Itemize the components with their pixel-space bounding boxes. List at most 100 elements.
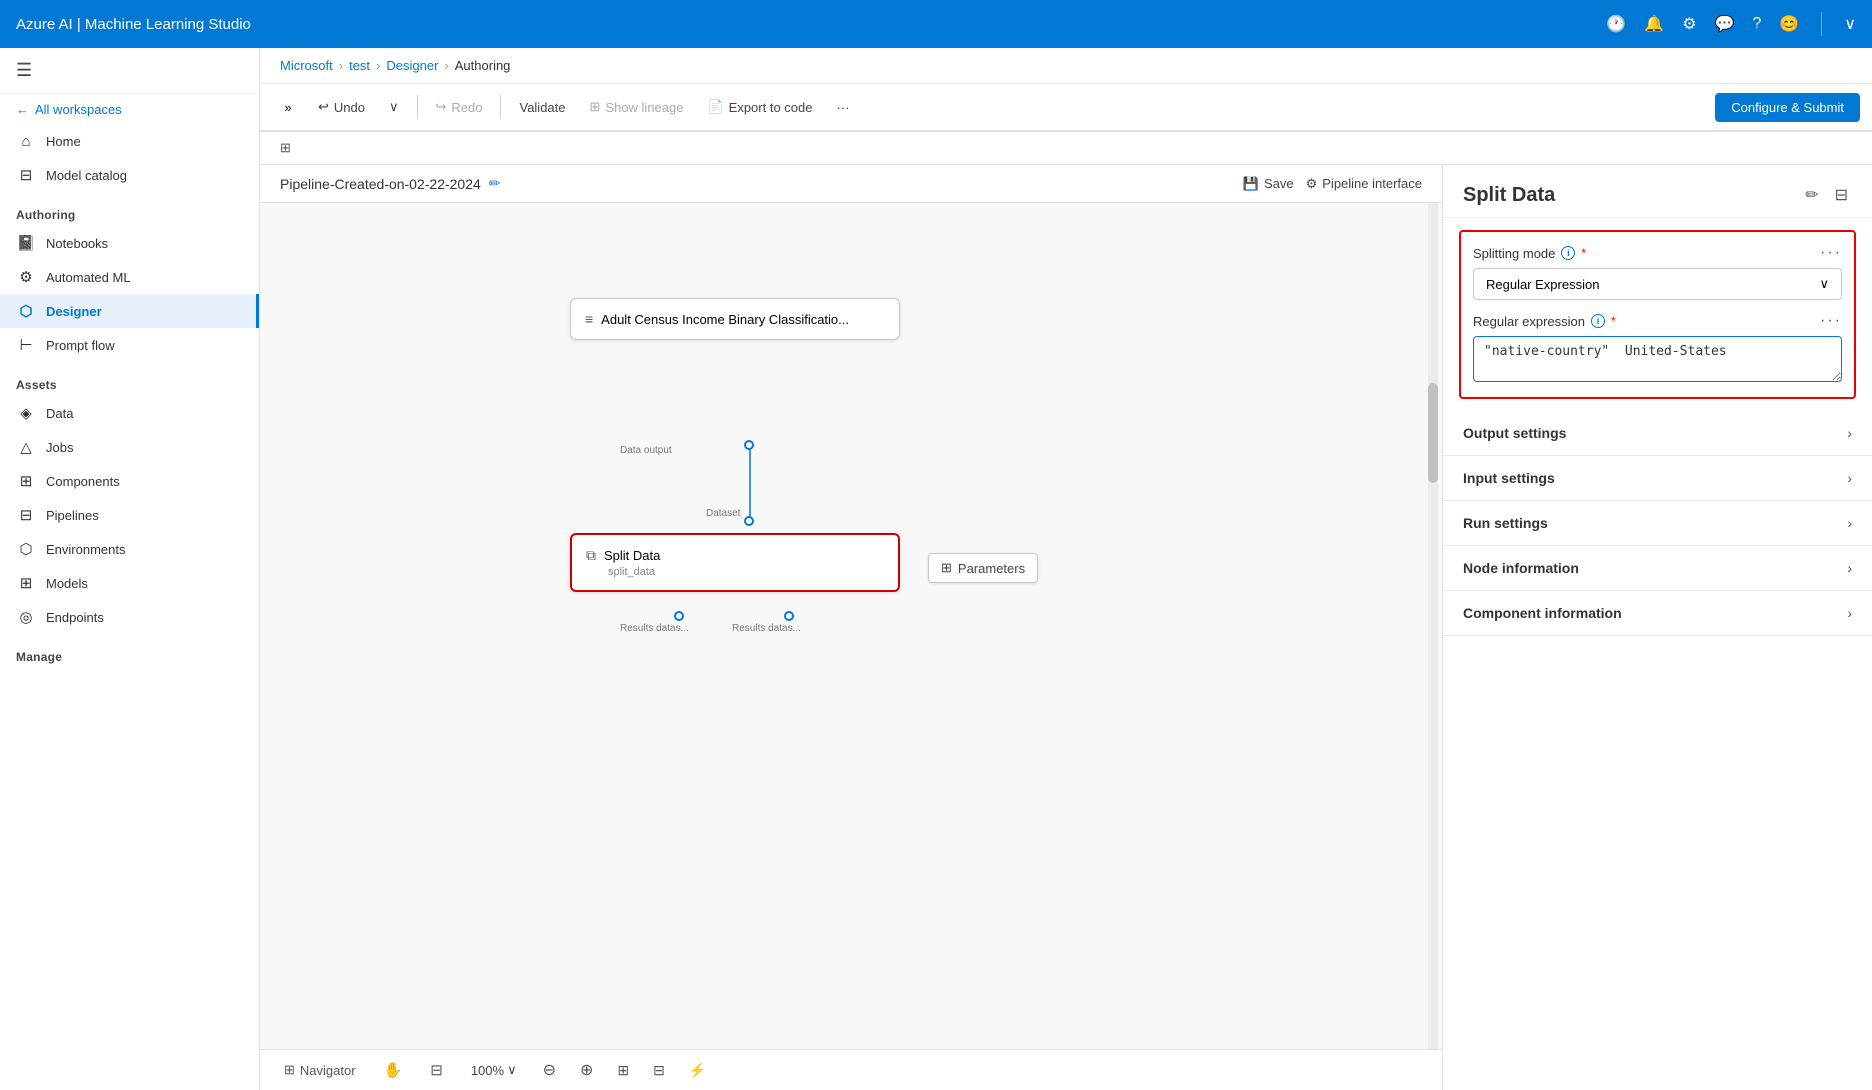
breadcrumb-authoring: Authoring	[455, 58, 511, 73]
models-icon: ⊞	[16, 574, 36, 592]
splitting-mode-more-button[interactable]: ···	[1820, 244, 1842, 262]
configure-submit-button[interactable]: Configure & Submit	[1715, 93, 1860, 122]
sidebar-item-pipelines[interactable]: ⊟ Pipelines	[0, 498, 259, 532]
model-catalog-icon: ⊟	[16, 166, 36, 184]
node-information-chevron-icon: ›	[1847, 560, 1852, 576]
history-icon[interactable]: 🕐	[1606, 14, 1626, 34]
split-data-output2-dot[interactable]	[784, 611, 794, 621]
settings-icon[interactable]: ⚙	[1682, 14, 1696, 34]
sidebar-item-endpoints[interactable]: ◎ Endpoints	[0, 600, 259, 634]
sidebar-item-label: Components	[46, 474, 120, 489]
pipeline-actions: 💾 Save ⚙ Pipeline interface	[1243, 176, 1422, 192]
sidebar-item-automated-ml[interactable]: ⚙ Automated ML	[0, 260, 259, 294]
sidebar-menu-button[interactable]: ☰	[12, 56, 36, 85]
toolbar-expand-button[interactable]: »	[272, 91, 304, 123]
feedback-icon[interactable]: 💬	[1715, 14, 1735, 34]
expand-panel-icon[interactable]: ⊟	[1831, 181, 1852, 209]
toolbar: » ↩ Undo ∨ ↪ Redo Validate ⊞ Show lineag…	[260, 84, 1872, 132]
grid-layout-button[interactable]: ⊞	[272, 136, 299, 160]
home-icon: ⌂	[16, 133, 36, 150]
input-settings-section[interactable]: Input settings ›	[1443, 456, 1872, 501]
sidebar-item-components[interactable]: ⊞ Components	[0, 464, 259, 498]
sidebar-item-model-catalog[interactable]: ⊟ Model catalog	[0, 158, 259, 192]
collapse-icon[interactable]: ∨	[1844, 14, 1856, 34]
split-data-icon: ⧉	[586, 547, 596, 564]
validate-button[interactable]: Validate	[509, 95, 575, 120]
sidebar-back-button[interactable]: ← All workspaces	[0, 94, 259, 125]
more-options-button[interactable]: ···	[826, 95, 859, 120]
endpoints-icon: ◎	[16, 608, 36, 626]
notebooks-icon: 📓	[16, 234, 36, 252]
account-icon[interactable]: 😊	[1779, 14, 1799, 34]
params-icon: ⊞	[941, 560, 952, 576]
redo-button[interactable]: ↪ Redo	[426, 94, 493, 120]
splitting-mode-info-icon[interactable]: i	[1561, 246, 1575, 260]
regular-expression-more-button[interactable]: ···	[1820, 312, 1842, 330]
sidebar-item-data[interactable]: ◈ Data	[0, 396, 259, 430]
fit-canvas-icon[interactable]: ⊞	[611, 1058, 635, 1083]
split-data-node[interactable]: ⧉ Split Data split_data	[570, 533, 900, 592]
sidebar-item-home[interactable]: ⌂ Home	[0, 125, 259, 158]
navigator-button[interactable]: ⊞ Navigator	[276, 1058, 364, 1082]
node-information-title: Node information	[1463, 560, 1579, 576]
output-settings-section[interactable]: Output settings ›	[1443, 411, 1872, 456]
adult-census-output-dot[interactable]	[744, 440, 754, 450]
dropdown-chevron-icon: ∨	[1819, 276, 1829, 292]
sidebar-item-models[interactable]: ⊞ Models	[0, 566, 259, 600]
sidebar-item-designer[interactable]: ⬡ Designer	[0, 294, 259, 328]
zoom-dropdown-icon: ∨	[507, 1062, 517, 1078]
help-icon[interactable]: ?	[1752, 15, 1761, 33]
show-lineage-button[interactable]: ⊞ Show lineage	[580, 94, 694, 120]
regular-expression-input[interactable]: "native-country" United-States	[1473, 336, 1842, 382]
canvas[interactable]: ≡ Adult Census Income Binary Classificat…	[260, 203, 1442, 1049]
zoom-in-icon[interactable]: ⊕	[574, 1056, 599, 1084]
hand-tool-icon[interactable]: ✋	[376, 1057, 411, 1083]
zoom-out-icon[interactable]: ⊖	[537, 1056, 562, 1084]
parameters-button[interactable]: ⊞ Parameters	[928, 553, 1038, 583]
adult-census-node[interactable]: ≡ Adult Census Income Binary Classificat…	[570, 298, 900, 340]
export-to-code-button[interactable]: 📄 Export to code	[697, 94, 822, 120]
split-data-output1-dot[interactable]	[674, 611, 684, 621]
expand-canvas-icon[interactable]: ⊟	[647, 1058, 671, 1083]
run-settings-chevron-icon: ›	[1847, 515, 1852, 531]
split-data-input-dot[interactable]	[744, 516, 754, 526]
content-area: Microsoft › test › Designer › Authoring …	[260, 48, 1872, 1090]
save-button[interactable]: 💾 Save	[1243, 176, 1294, 192]
topbar: Azure AI | Machine Learning Studio 🕐 🔔 ⚙…	[0, 0, 1872, 48]
undo-dropdown-button[interactable]: ∨	[379, 94, 409, 120]
canvas-scrollbar-track[interactable]	[1428, 203, 1438, 1049]
sidebar-item-environments[interactable]: ⬡ Environments	[0, 532, 259, 566]
output-settings-title: Output settings	[1463, 425, 1566, 441]
sidebar-item-label: Automated ML	[46, 270, 131, 285]
component-information-section[interactable]: Component information ›	[1443, 591, 1872, 636]
notifications-icon[interactable]: 🔔	[1644, 14, 1664, 34]
splitting-mode-label: Splitting mode i * ···	[1473, 244, 1842, 262]
auto-layout-icon[interactable]: ⚡	[683, 1058, 712, 1083]
undo-icon: ↩	[318, 99, 329, 115]
splitting-mode-dropdown[interactable]: Regular Expression ∨	[1473, 268, 1842, 300]
adult-census-node-header: ≡ Adult Census Income Binary Classificat…	[585, 311, 885, 327]
node-information-section[interactable]: Node information ›	[1443, 546, 1872, 591]
select-tool-icon[interactable]: ⊟	[422, 1057, 451, 1083]
edit-panel-icon[interactable]: ✏	[1801, 181, 1822, 209]
zoom-display[interactable]: 100% ∨	[463, 1058, 525, 1082]
split-data-subtext: split_data	[586, 566, 884, 578]
canvas-scrollbar-thumb[interactable]	[1428, 383, 1438, 483]
right-panel-title: Split Data	[1463, 184, 1555, 207]
breadcrumb-microsoft[interactable]: Microsoft	[280, 58, 333, 73]
sidebar-item-jobs[interactable]: △ Jobs	[0, 430, 259, 464]
regular-expression-info-icon[interactable]: i	[1591, 314, 1605, 328]
lineage-icon: ⊞	[590, 99, 601, 115]
sidebar-item-label: Notebooks	[46, 236, 108, 251]
app-title: Azure AI | Machine Learning Studio	[16, 16, 1594, 33]
undo-button[interactable]: ↩ Undo	[308, 94, 375, 120]
run-settings-section[interactable]: Run settings ›	[1443, 501, 1872, 546]
designer-icon: ⬡	[16, 302, 36, 320]
edit-pipeline-name-icon[interactable]: ✏	[489, 175, 501, 192]
sidebar-item-prompt-flow[interactable]: ⊢ Prompt flow	[0, 328, 259, 362]
sidebar-item-notebooks[interactable]: 📓 Notebooks	[0, 226, 259, 260]
breadcrumb-test[interactable]: test	[349, 58, 370, 73]
regular-expression-required-star: *	[1611, 314, 1616, 328]
pipeline-interface-button[interactable]: ⚙ Pipeline interface	[1306, 176, 1422, 192]
breadcrumb-designer[interactable]: Designer	[386, 58, 438, 73]
